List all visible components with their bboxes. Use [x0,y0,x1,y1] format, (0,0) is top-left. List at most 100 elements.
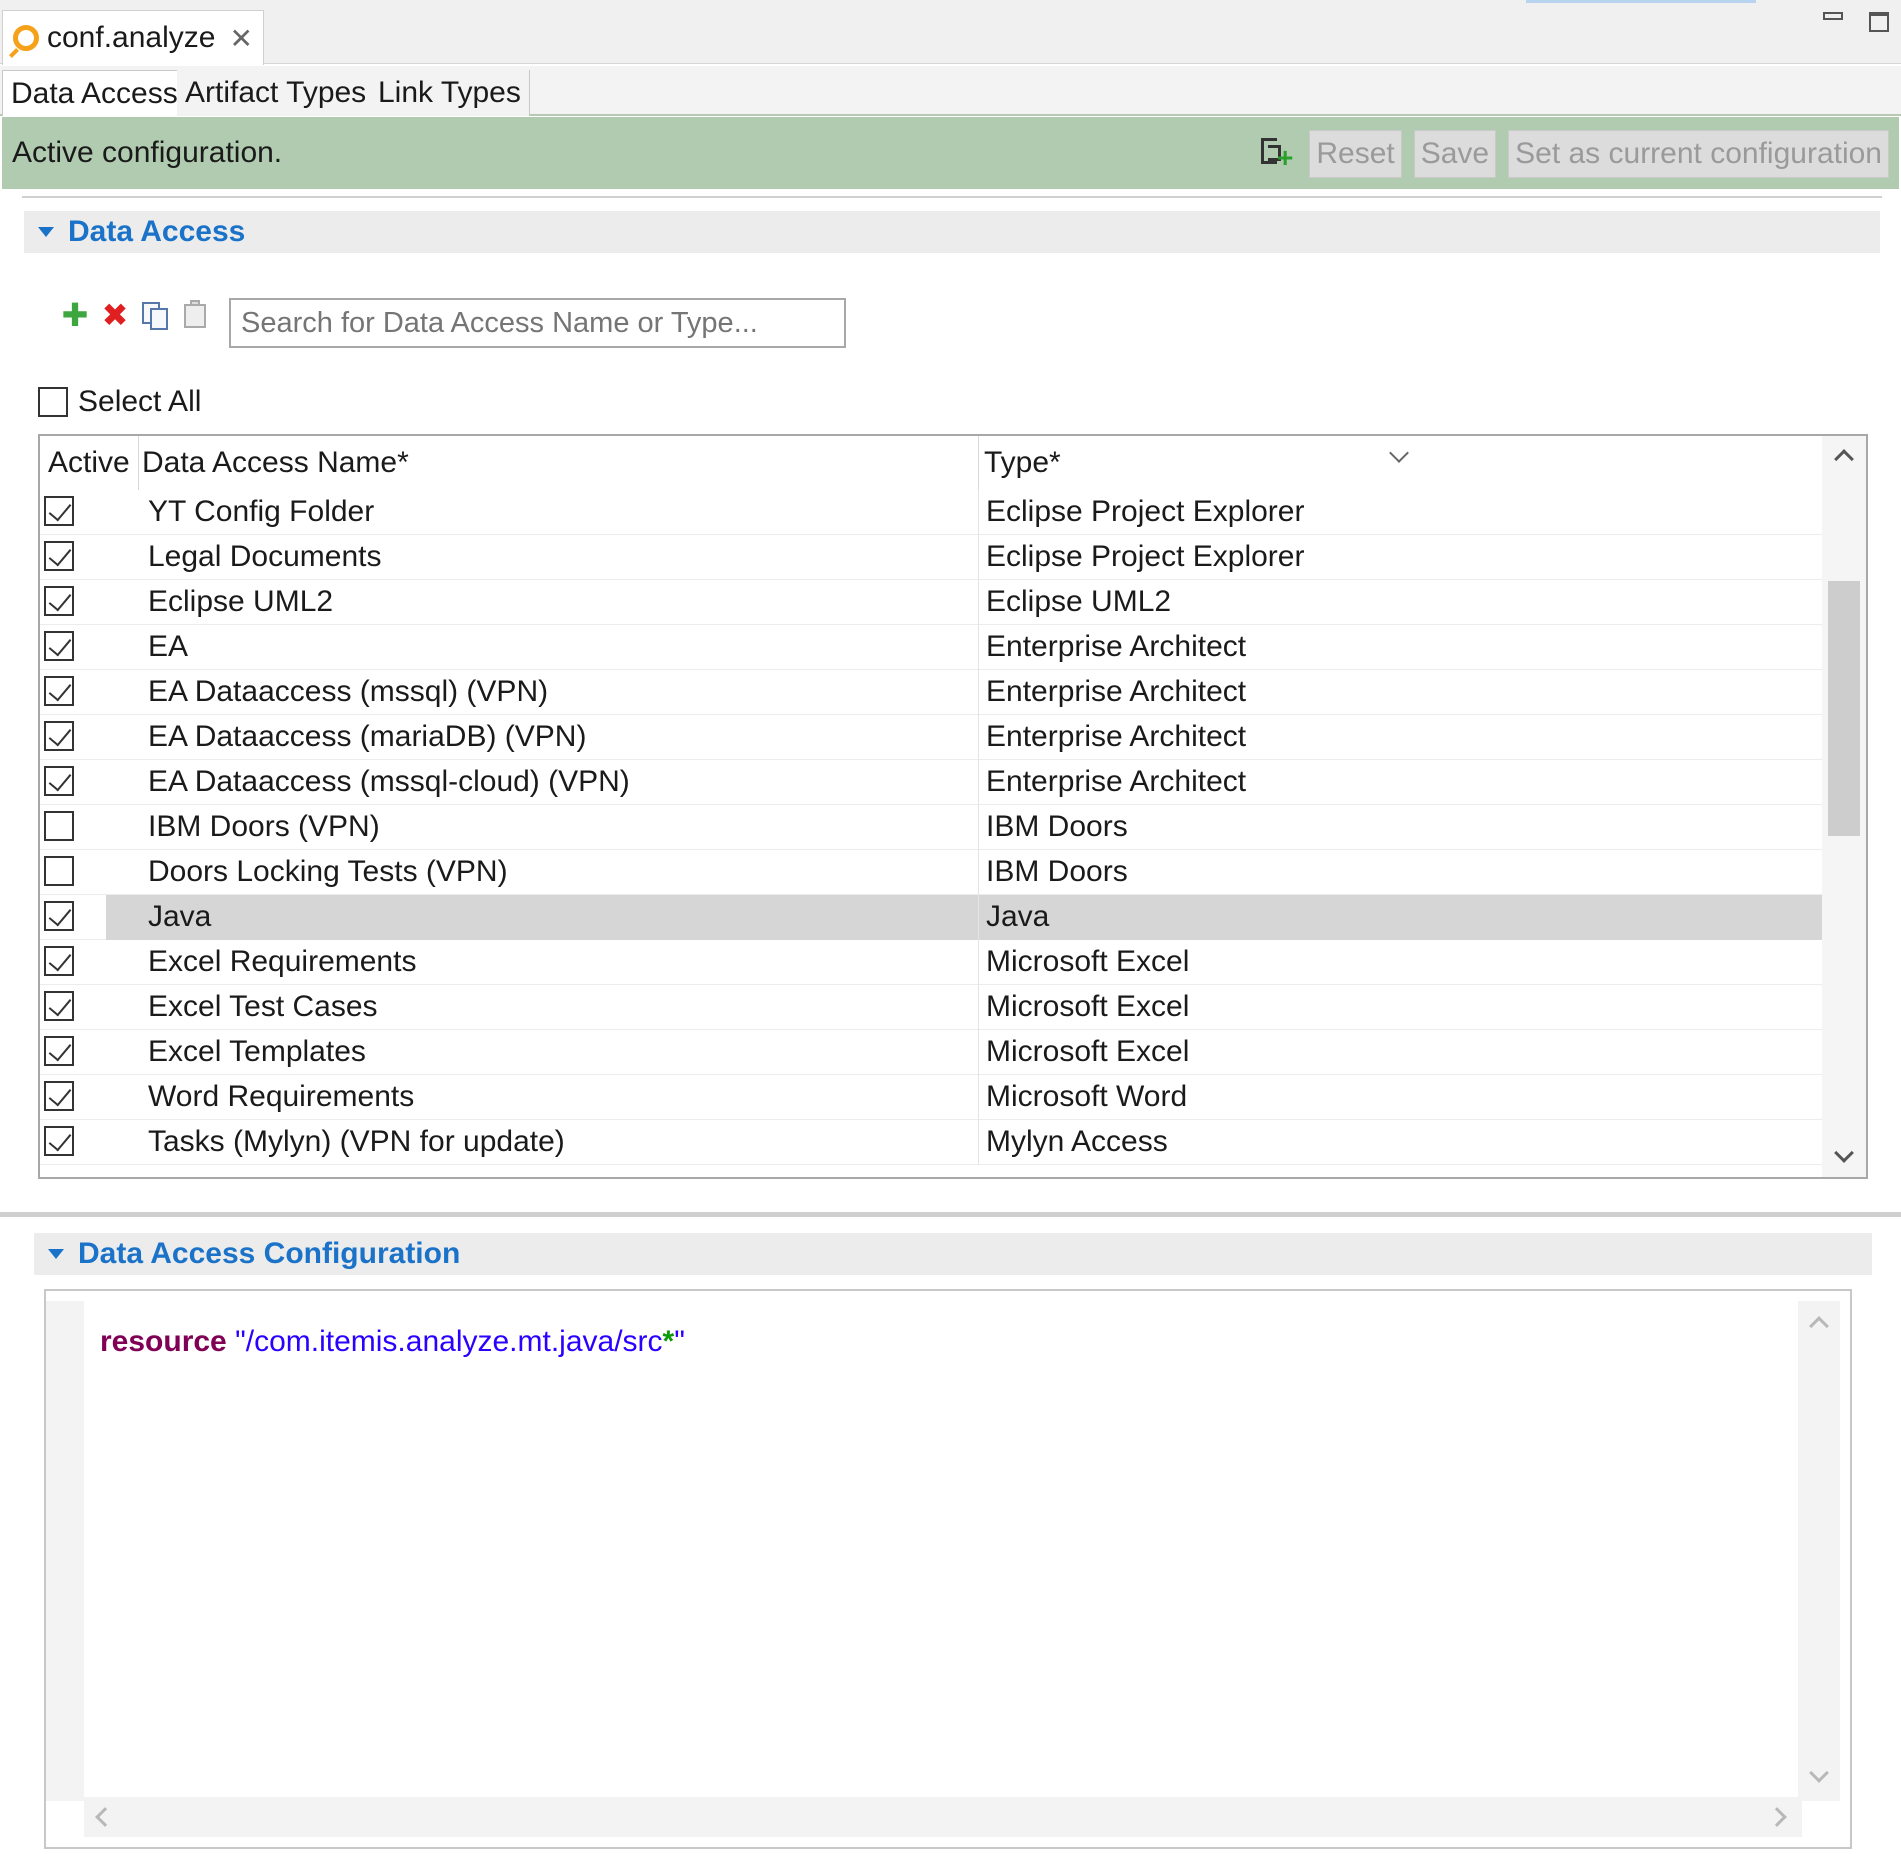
row-cell-name[interactable]: YT Config Folder [148,495,374,529]
row-cell-type[interactable]: Eclipse Project Explorer [986,540,1304,574]
tab-link-types[interactable]: Link Types [370,70,530,116]
row-cell-type[interactable]: Microsoft Excel [986,945,1189,979]
row-cell-name[interactable]: EA Dataaccess (mariaDB) (VPN) [148,720,586,754]
search-input[interactable] [229,298,846,348]
copy-icon[interactable] [140,300,170,330]
row-cell-name[interactable]: Tasks (Mylyn) (VPN for update) [148,1125,565,1159]
row-cell-type[interactable]: IBM Doors [986,810,1128,844]
row-cell-name[interactable]: Excel Test Cases [148,990,378,1024]
table-row[interactable]: Eclipse UML2 Eclipse UML2 [40,580,1822,625]
delete-icon[interactable]: ✖ [100,297,130,333]
save-button[interactable]: Save [1413,130,1497,178]
collapse-triangle-icon[interactable] [48,1249,64,1259]
close-icon[interactable]: ✕ [229,22,252,55]
row-cell-name[interactable]: Word Requirements [148,1080,414,1114]
active-checkbox[interactable] [44,901,74,931]
row-cell-name[interactable]: Excel Templates [148,1035,366,1069]
config-section-header[interactable]: Data Access Configuration [34,1233,1872,1275]
set-current-configuration-button[interactable]: Set as current configuration [1508,130,1889,178]
active-checkbox[interactable] [44,1081,74,1111]
active-checkbox[interactable] [44,991,74,1021]
row-cell-type[interactable]: Enterprise Architect [986,720,1246,754]
row-cell-name[interactable]: EA Dataaccess (mssql) (VPN) [148,675,548,709]
editor-tab-conf-analyze[interactable]: conf.analyze ✕ [2,10,264,65]
tab-data-access[interactable]: Data Access [2,70,187,116]
row-cell-type[interactable]: Microsoft Word [986,1080,1187,1114]
table-row[interactable]: Tasks (Mylyn) (VPN for update) Mylyn Acce… [40,1120,1822,1165]
row-cell-name[interactable]: EA Dataaccess (mssql-cloud) (VPN) [148,765,630,799]
column-divider [978,535,979,580]
collapse-triangle-icon[interactable] [38,227,54,237]
active-checkbox[interactable] [44,1036,74,1066]
data-access-section-header[interactable]: Data Access [24,211,1880,253]
active-checkbox[interactable] [44,1126,74,1156]
active-checkbox[interactable] [44,631,74,661]
table-row[interactable]: EA Dataaccess (mariaDB) (VPN) Enterprise … [40,715,1822,760]
active-checkbox[interactable] [44,541,74,571]
table-row[interactable]: IBM Doors (VPN) IBM Doors [40,805,1822,850]
paste-icon[interactable] [180,300,210,330]
table-row[interactable]: Java Java [40,895,1822,940]
row-cell-type[interactable]: Microsoft Excel [986,990,1189,1024]
row-cell-type[interactable]: Java [986,900,1049,934]
active-checkbox[interactable] [44,766,74,796]
table-row[interactable]: Excel Templates Microsoft Excel [40,1030,1822,1075]
section-splitter[interactable] [0,1212,1901,1217]
minimize-icon[interactable] [1823,12,1843,20]
row-cell-type[interactable]: Eclipse Project Explorer [986,495,1304,529]
table-row[interactable]: EA Enterprise Architect [40,625,1822,670]
export-config-icon[interactable]: + [1257,136,1293,172]
row-cell-name[interactable]: Legal Documents [148,540,381,574]
editor-vertical-scrollbar[interactable] [1798,1301,1840,1801]
row-cell-name[interactable]: IBM Doors (VPN) [148,810,380,844]
table-row[interactable]: Excel Test Cases Microsoft Excel [40,985,1822,1030]
row-cell-name[interactable]: Eclipse UML2 [148,585,333,619]
table-row[interactable]: Excel Requirements Microsoft Excel [40,940,1822,985]
table-row[interactable]: EA Dataaccess (mssql) (VPN) Enterprise Ar… [40,670,1822,715]
active-checkbox[interactable] [44,586,74,616]
active-checkbox[interactable] [44,856,74,886]
row-cell-type[interactable]: Eclipse UML2 [986,585,1171,619]
scroll-right-icon[interactable] [1767,1807,1787,1827]
active-checkbox[interactable] [44,496,74,526]
editor-horizontal-scrollbar[interactable] [84,1797,1802,1837]
row-cell-name[interactable]: Excel Requirements [148,945,416,979]
table-row[interactable]: Doors Locking Tests (VPN) IBM Doors [40,850,1822,895]
scroll-left-icon[interactable] [95,1807,115,1827]
active-checkbox[interactable] [44,946,74,976]
row-cell-type[interactable]: IBM Doors [986,855,1128,889]
active-checkbox[interactable] [44,721,74,751]
config-editor[interactable]: resource "/com.itemis.analyze.mt.java/sr… [44,1289,1852,1849]
row-cell-type[interactable]: Enterprise Architect [986,765,1246,799]
scroll-up-icon[interactable] [1809,1316,1829,1336]
maximize-icon[interactable] [1869,12,1889,32]
select-all[interactable]: Select All [38,385,201,419]
row-cell-type[interactable]: Enterprise Architect [986,630,1246,664]
table-row[interactable]: Word Requirements Microsoft Word [40,1075,1822,1120]
scroll-down-icon[interactable] [1809,1763,1829,1783]
active-checkbox[interactable] [44,676,74,706]
row-cell-type[interactable]: Mylyn Access [986,1125,1168,1159]
active-checkbox[interactable] [44,811,74,841]
select-all-checkbox[interactable] [38,387,68,417]
row-cell-name[interactable]: Doors Locking Tests (VPN) [148,855,508,889]
table-vertical-scrollbar[interactable] [1822,436,1866,1177]
column-header-type[interactable]: Type* [984,446,1061,480]
row-cell-type[interactable]: Enterprise Architect [986,675,1246,709]
add-icon[interactable]: ✚ [60,297,90,333]
scrollbar-thumb[interactable] [1828,581,1860,836]
row-cell-type[interactable]: Microsoft Excel [986,1035,1189,1069]
row-cell-name[interactable]: EA [148,630,188,664]
editor-text-area[interactable]: resource "/com.itemis.analyze.mt.java/sr… [84,1301,1802,1801]
row-cell-name[interactable]: Java [148,900,211,934]
scroll-up-icon[interactable] [1834,449,1854,469]
scroll-down-icon[interactable] [1834,1143,1854,1163]
table-row[interactable]: YT Config Folder Eclipse Project Explorer [40,490,1822,535]
table-row[interactable]: EA Dataaccess (mssql-cloud) (VPN) Enterpr… [40,760,1822,805]
column-header-active[interactable]: Active [48,446,130,480]
table-row[interactable]: Legal Documents Eclipse Project Explorer [40,535,1822,580]
sort-chevron-icon[interactable] [1389,443,1409,463]
column-header-name[interactable]: Data Access Name* [142,446,409,480]
tab-artifact-types[interactable]: Artifact Types [177,70,376,116]
reset-button[interactable]: Reset [1309,130,1402,178]
